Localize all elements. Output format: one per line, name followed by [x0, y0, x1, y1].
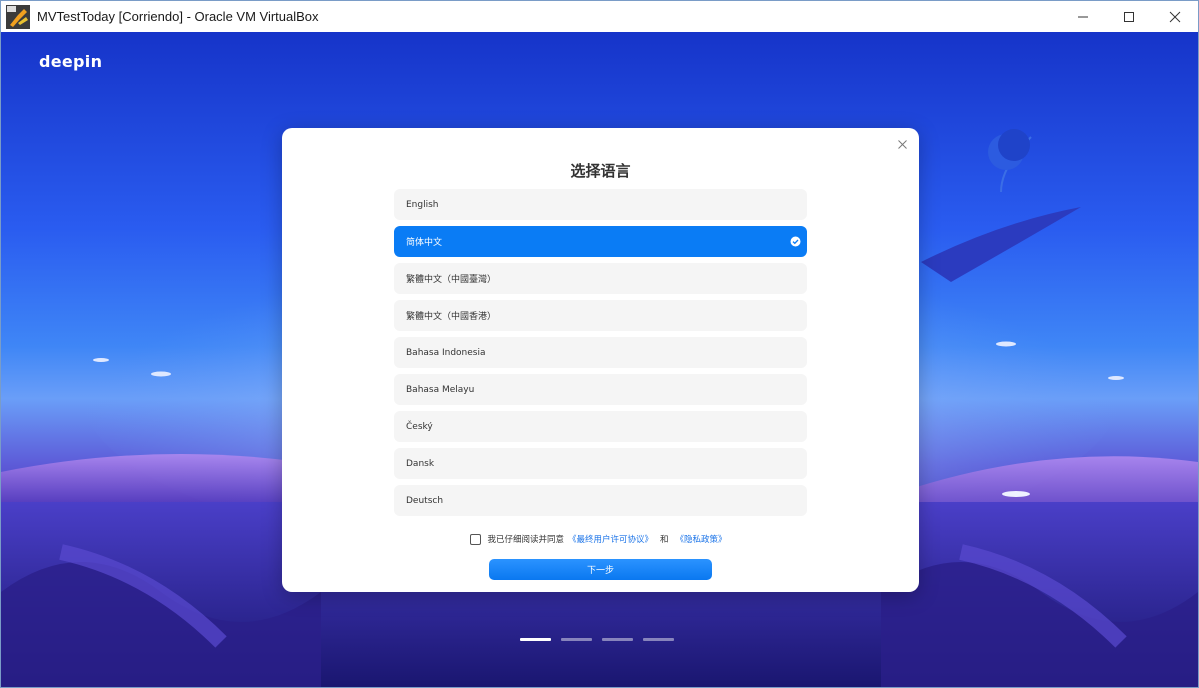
- language-label: 繁體中文（中國臺灣）: [406, 275, 497, 285]
- privacy-policy-link[interactable]: 《隐私政策》: [676, 533, 727, 545]
- close-icon: [1169, 11, 1181, 22]
- close-icon: [897, 139, 907, 149]
- language-label: Český: [406, 421, 433, 432]
- minimize-icon: [1078, 16, 1088, 17]
- step-dot-4: [643, 638, 674, 641]
- title-bar: MVTestToday [Corriendo] - Oracle VM Virt…: [1, 1, 1198, 32]
- language-item-dansk[interactable]: Dansk: [394, 448, 807, 479]
- language-item-english[interactable]: English: [394, 189, 807, 220]
- language-label: Dansk: [406, 458, 435, 469]
- maximize-button[interactable]: [1106, 1, 1152, 32]
- language-label: 简体中文: [406, 238, 443, 248]
- vm-screen: deepin 选择语言 English 简体中文 繁體中文（中國臺灣） 繁體中文…: [1, 32, 1198, 687]
- step-indicator: [520, 638, 684, 641]
- check-circle-icon: [790, 236, 801, 247]
- language-item-traditional-chinese-hongkong[interactable]: 繁體中文（中國香港）: [394, 300, 807, 331]
- agreement-row: 我已仔细阅读并同意 《最终用户许可协议》 和 《隐私政策》: [282, 533, 919, 545]
- agree-checkbox[interactable]: [470, 533, 482, 545]
- language-list: English 简体中文 繁體中文（中國臺灣） 繁體中文（中國香港） Bahas: [394, 189, 807, 522]
- language-dialog: 选择语言 English 简体中文 繁體中文（中國臺灣） 繁體中文（中國香港）: [282, 128, 919, 592]
- language-label: Deutsch: [406, 495, 444, 506]
- maximize-icon: [1124, 11, 1134, 22]
- language-item-deutsch[interactable]: Deutsch: [394, 485, 807, 516]
- window-controls: [1060, 1, 1198, 32]
- step-dot-3: [602, 638, 633, 641]
- dialog-close-button[interactable]: [895, 137, 909, 151]
- dialog-title: 选择语言: [570, 162, 631, 180]
- virtualbox-icon[interactable]: [6, 4, 30, 29]
- language-item-simplified-chinese[interactable]: 简体中文: [394, 226, 807, 257]
- language-label: Bahasa Indonesia: [406, 347, 486, 358]
- window-title: MVTestToday [Corriendo] - Oracle VM Virt…: [37, 9, 319, 24]
- agree-text: 我已仔细阅读并同意: [487, 535, 564, 545]
- deepin-logo: deepin: [39, 52, 103, 71]
- language-item-cesky[interactable]: Český: [394, 411, 807, 442]
- minimize-button[interactable]: [1060, 1, 1106, 32]
- language-label: English: [406, 199, 439, 210]
- next-button[interactable]: 下一步: [489, 559, 712, 580]
- eula-link[interactable]: 《最终用户许可协议》: [568, 533, 653, 545]
- close-button[interactable]: [1152, 1, 1198, 32]
- agree-and-text: 和: [660, 535, 669, 545]
- step-dot-1: [520, 638, 551, 641]
- step-dot-2: [561, 638, 592, 641]
- language-item-bahasa-indonesia[interactable]: Bahasa Indonesia: [394, 337, 807, 368]
- language-item-traditional-chinese-taiwan[interactable]: 繁體中文（中國臺灣）: [394, 263, 807, 294]
- language-label: Bahasa Melayu: [406, 384, 475, 395]
- language-item-bahasa-melayu[interactable]: Bahasa Melayu: [394, 374, 807, 405]
- virtualbox-window: MVTestToday [Corriendo] - Oracle VM Virt…: [0, 0, 1199, 688]
- language-label: 繁體中文（中國香港）: [406, 312, 497, 322]
